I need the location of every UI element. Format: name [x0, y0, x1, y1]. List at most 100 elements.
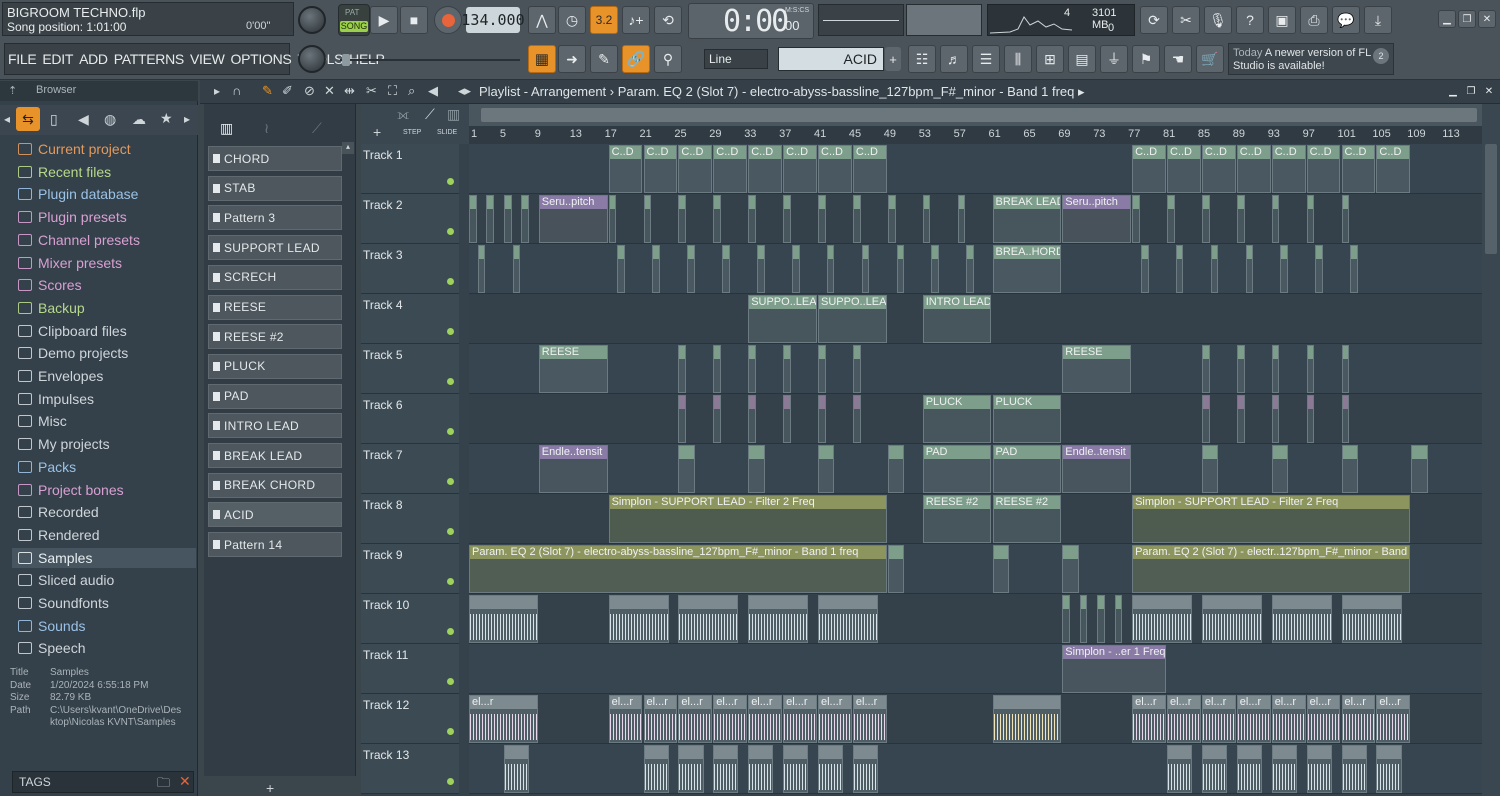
playlist-clip[interactable] [1201, 445, 1219, 493]
track-lane[interactable]: REESE REESE [469, 344, 1482, 394]
track-lane[interactable]: Endle..tensit PAD PAD Endle..tensit [469, 444, 1482, 494]
track-lane[interactable]: C..D C..D C..D C..D C..D C..D C..D C..D C..D C..D… [469, 144, 1482, 194]
edison-button[interactable]: ☚ [1164, 45, 1192, 73]
tuner-button[interactable]: ⚑ [1132, 45, 1160, 73]
playlist-clip[interactable] [1236, 745, 1262, 793]
playlist-clip[interactable] [1306, 395, 1315, 443]
playlist-clip[interactable]: Simplon - SUPPORT LEAD - Filter 2 Freq [608, 495, 887, 543]
playlist-clip[interactable] [1132, 595, 1193, 643]
playlist-clip[interactable] [687, 245, 695, 293]
playlist-clip[interactable] [503, 745, 530, 793]
master-volume-knob[interactable] [298, 6, 326, 34]
playlist-clip[interactable] [826, 245, 835, 293]
playlist-clip[interactable]: el...r [713, 695, 748, 743]
plugin-picker-button[interactable]: ⊞ [1036, 45, 1064, 73]
playlist-clip[interactable] [818, 595, 879, 643]
browser-item[interactable]: Demo projects [18, 343, 128, 363]
pattern-item[interactable]: REESE #2 [208, 324, 342, 350]
browser-item[interactable]: Channel presets [18, 230, 140, 250]
close-button[interactable]: ✕ [1478, 10, 1496, 28]
mixer-faders-button[interactable]: ⫼ [1004, 45, 1032, 73]
playlist-button[interactable]: ▦ [528, 45, 556, 73]
browser-item[interactable]: Mixer presets [18, 253, 122, 273]
paint-tool-icon[interactable]: ✐ [282, 83, 293, 99]
playlist-clip[interactable] [1201, 345, 1210, 393]
snap-select[interactable]: Line [704, 49, 768, 69]
metronome-button[interactable]: ⋀ [528, 6, 556, 34]
playlist-clip[interactable] [678, 345, 687, 393]
track-lane[interactable]: PLUCK PLUCK [469, 394, 1482, 444]
track-mute-led[interactable] [447, 428, 454, 435]
playlist-clip[interactable]: C..D [1132, 145, 1166, 193]
playlist-clip[interactable] [713, 345, 722, 393]
playlist-clip[interactable] [852, 745, 879, 793]
playlist-clip[interactable] [957, 195, 966, 243]
playlist-clip[interactable]: C..D [1236, 145, 1271, 193]
track-mute-led[interactable] [447, 528, 454, 535]
browser-item[interactable]: Envelopes [18, 366, 103, 386]
speaker-filter-icon[interactable]: ◀ [78, 111, 89, 128]
playlist-clip[interactable]: BREAK LEAD [992, 195, 1062, 243]
plugin-button[interactable]: ⏚ [1100, 45, 1128, 73]
playlist-clip[interactable]: REESE [1062, 345, 1132, 393]
track-lane[interactable]: Simplon - ..er 1 Freq [469, 644, 1482, 694]
pattern-item[interactable]: CHORD [208, 146, 342, 171]
playlist-clip[interactable] [678, 195, 687, 243]
playlist-clip[interactable] [1201, 395, 1210, 443]
playlist-clip[interactable]: REESE #2 [992, 495, 1062, 543]
playlist-clip[interactable]: PLUCK [922, 395, 992, 443]
mixer-button[interactable]: ☰ [972, 45, 1000, 73]
playlist-clip[interactable] [678, 745, 704, 793]
playlist-clip[interactable] [1114, 595, 1123, 643]
pat-song-toggle[interactable]: PAT SONG [338, 4, 370, 36]
add-pattern-button[interactable]: + [885, 47, 901, 71]
playlist-clip[interactable] [678, 595, 739, 643]
playlist-clip[interactable] [643, 195, 652, 243]
playlist-clip[interactable] [818, 345, 826, 393]
news-panel[interactable]: Today A newer version of FL Studio is av… [1228, 43, 1394, 75]
browser-item[interactable]: Clipboard files [18, 321, 127, 341]
playlist-clip[interactable] [887, 545, 905, 593]
playlist-clip[interactable] [748, 595, 809, 643]
playlist-clip[interactable] [966, 245, 975, 293]
zoom-tool-icon[interactable]: ⌕ [408, 83, 415, 99]
pattern-item[interactable]: BREAK CHORD [208, 472, 342, 498]
pattern-item[interactable]: ACID [208, 502, 342, 528]
playlist-clip[interactable] [1062, 545, 1079, 593]
track-mute-led[interactable] [447, 378, 454, 385]
playlist-clip[interactable]: Endle..tensit [1062, 445, 1132, 493]
playlist-clip[interactable] [1341, 595, 1402, 643]
playlist-clip[interactable] [783, 395, 791, 443]
shop-button[interactable]: 🛒 [1196, 45, 1224, 73]
track-header[interactable]: Track 13 [361, 744, 459, 794]
playlist-clip[interactable]: el...r [748, 695, 783, 743]
browser-item[interactable]: Plugin database [18, 184, 138, 204]
playlist-clip[interactable] [783, 345, 791, 393]
playlist-clip[interactable]: C..D [678, 145, 713, 193]
playlist-clip[interactable]: Seru..pitch [538, 195, 608, 243]
track-header[interactable]: Track 10 [361, 594, 459, 644]
playlist-clip[interactable] [1210, 245, 1219, 293]
playlist-clip[interactable]: el...r [1271, 695, 1306, 743]
slip-tool-icon[interactable]: ⇹ [344, 83, 355, 99]
cut-tool-button[interactable]: ✂ [1172, 6, 1200, 34]
record-button[interactable] [434, 6, 462, 34]
browser-item[interactable]: Rendered [18, 525, 100, 545]
playlist-clip[interactable] [477, 245, 486, 293]
playlist-clip[interactable] [1306, 195, 1315, 243]
playlist-clip[interactable]: C..D [643, 145, 678, 193]
track-lane[interactable] [469, 594, 1482, 644]
playlist-clip[interactable]: el...r [1132, 695, 1166, 743]
track-mute-led[interactable] [447, 178, 454, 185]
pattern-item[interactable]: BREAK LEAD [208, 443, 342, 468]
playlist-clip[interactable]: INTRO LEAD [922, 295, 992, 343]
play-button[interactable]: ▶ [370, 6, 398, 34]
track-header[interactable]: Track 9 [361, 544, 459, 594]
playlist-clip[interactable]: el...r [783, 695, 817, 743]
playlist-clip[interactable] [678, 445, 695, 493]
browser-item[interactable]: Impulses [18, 389, 94, 409]
playlist-clip[interactable] [1201, 195, 1210, 243]
playlist-clip[interactable]: el...r [678, 695, 713, 743]
playlist-clip[interactable] [1376, 745, 1402, 793]
playlist-clip[interactable] [486, 195, 495, 243]
